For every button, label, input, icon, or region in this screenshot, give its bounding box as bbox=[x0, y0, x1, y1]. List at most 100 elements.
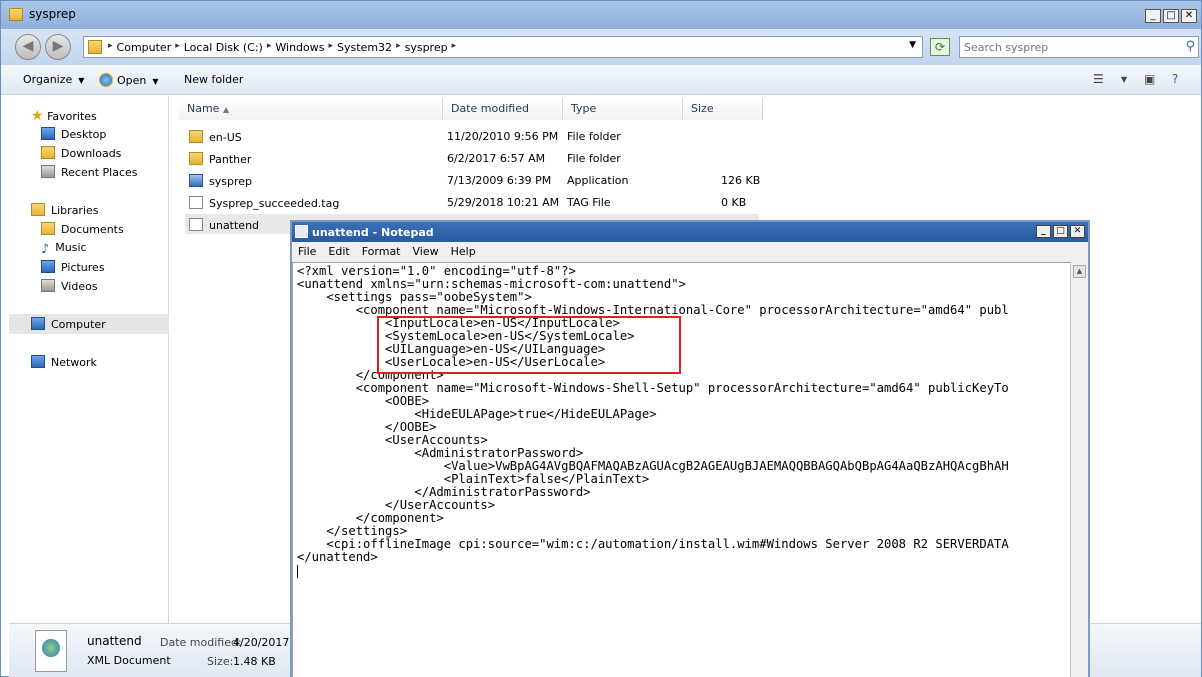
nav-computer[interactable]: Computer bbox=[31, 317, 106, 335]
open-label: Open bbox=[117, 74, 147, 87]
recent-places-icon bbox=[41, 165, 55, 178]
nav-downloads[interactable]: Downloads bbox=[41, 146, 121, 164]
minimize-button[interactable]: _ bbox=[1036, 225, 1051, 238]
vertical-scrollbar[interactable]: ▲ bbox=[1070, 262, 1088, 677]
nav-label: Pictures bbox=[61, 261, 105, 274]
chevron-right-icon[interactable]: ▸ bbox=[108, 41, 113, 54]
explorer-titlebar[interactable]: sysprep _ □ ✕ bbox=[1, 1, 1201, 29]
organize-label: Organize bbox=[23, 73, 73, 86]
search-box[interactable]: ⚲ bbox=[959, 36, 1199, 58]
chevron-right-icon[interactable]: ▸ bbox=[396, 41, 401, 54]
menu-file[interactable]: File bbox=[298, 245, 316, 262]
file-size: 126 KB bbox=[721, 174, 761, 187]
menu-edit[interactable]: Edit bbox=[328, 245, 349, 262]
breadcrumb-system32[interactable]: System32 bbox=[337, 41, 392, 54]
nav-label: Downloads bbox=[61, 147, 122, 160]
new-folder-button[interactable]: New folder bbox=[184, 73, 243, 86]
help-icon[interactable]: ? bbox=[1172, 72, 1178, 86]
chevron-down-icon[interactable]: ▼ bbox=[909, 40, 916, 50]
documents-icon bbox=[41, 222, 55, 235]
breadcrumb-windows[interactable]: Windows bbox=[275, 41, 324, 54]
search-icon[interactable]: ⚲ bbox=[1185, 39, 1195, 54]
breadcrumb: ▸ Computer ▸ Local Disk (C:) ▸ Windows ▸… bbox=[108, 41, 456, 54]
chevron-right-icon[interactable]: ▸ bbox=[267, 41, 272, 54]
network-icon bbox=[31, 355, 45, 368]
details-file-name: unattend bbox=[87, 634, 142, 648]
column-header-type[interactable]: Type bbox=[563, 98, 683, 120]
file-type: File folder bbox=[567, 152, 621, 165]
star-icon: ★ bbox=[31, 108, 44, 124]
text-caret bbox=[297, 565, 298, 578]
nav-label: Documents bbox=[61, 223, 124, 236]
open-button[interactable]: Open ▼ bbox=[99, 73, 159, 87]
close-button[interactable]: ✕ bbox=[1070, 225, 1085, 238]
file-date: 6/2/2017 6:57 AM bbox=[447, 152, 546, 165]
nav-documents[interactable]: Documents bbox=[41, 222, 124, 240]
application-icon bbox=[189, 174, 203, 187]
nav-label: Computer bbox=[51, 318, 106, 331]
file-type: TAG File bbox=[567, 196, 611, 209]
file-row[interactable]: sysprep 7/13/2009 6:39 PM Application 12… bbox=[185, 170, 761, 190]
nav-desktop[interactable]: Desktop bbox=[41, 127, 106, 145]
view-options-icon[interactable]: ☰ bbox=[1093, 72, 1104, 86]
nav-label: Network bbox=[51, 356, 97, 369]
breadcrumb-computer[interactable]: Computer bbox=[117, 41, 172, 54]
file-row[interactable]: en-US 11/20/2010 9:56 PM File folder bbox=[185, 126, 759, 146]
back-button[interactable]: ◀ bbox=[15, 34, 41, 60]
red-highlight-box bbox=[377, 316, 681, 374]
maximize-button[interactable]: □ bbox=[1163, 9, 1179, 23]
file-row[interactable]: Sysprep_succeeded.tag 5/29/2018 10:21 AM… bbox=[185, 192, 759, 212]
nav-pictures[interactable]: Pictures bbox=[41, 260, 105, 278]
details-file-type: XML Document bbox=[87, 654, 171, 667]
nav-videos[interactable]: Videos bbox=[41, 279, 98, 297]
refresh-button[interactable]: ⟳ bbox=[930, 38, 950, 56]
chevron-down-icon: ▼ bbox=[78, 76, 85, 85]
videos-icon bbox=[41, 279, 55, 292]
chevron-right-icon[interactable]: ▸ bbox=[329, 41, 334, 54]
file-date: 5/29/2018 10:21 AM bbox=[447, 196, 560, 209]
organize-button[interactable]: Organize ▼ bbox=[23, 73, 84, 86]
nav-recent-places[interactable]: Recent Places bbox=[41, 165, 138, 183]
nav-label: Recent Places bbox=[61, 166, 138, 179]
nav-libraries[interactable]: Libraries bbox=[31, 203, 99, 221]
search-input[interactable] bbox=[964, 39, 1174, 55]
file-row[interactable]: Panther 6/2/2017 6:57 AM File folder bbox=[185, 148, 759, 168]
nav-favorites[interactable]: ★ Favorites bbox=[31, 108, 97, 126]
nav-label: Desktop bbox=[61, 128, 107, 141]
column-header-name[interactable]: Name ▲ bbox=[179, 98, 443, 120]
breadcrumb-sysprep[interactable]: sysprep bbox=[405, 41, 448, 54]
notepad-text-area[interactable]: <?xml version="1.0" encoding="utf-8"?> <u… bbox=[292, 262, 1072, 677]
file-name: unattend bbox=[209, 219, 260, 232]
minimize-button[interactable]: _ bbox=[1145, 9, 1161, 23]
file-name: en-US bbox=[209, 131, 242, 144]
nav-music[interactable]: ♪ Music bbox=[41, 241, 87, 259]
folder-icon bbox=[88, 40, 102, 54]
nav-label: Music bbox=[55, 241, 87, 254]
globe-icon bbox=[42, 639, 60, 657]
column-header-date[interactable]: Date modified bbox=[443, 98, 563, 120]
chevron-down-icon[interactable]: ▼ bbox=[1121, 75, 1127, 84]
file-date: 7/13/2009 6:39 PM bbox=[447, 174, 552, 187]
scroll-up-icon[interactable]: ▲ bbox=[1073, 265, 1086, 278]
menu-format[interactable]: Format bbox=[362, 245, 401, 262]
address-field[interactable]: ▸ Computer ▸ Local Disk (C:) ▸ Windows ▸… bbox=[83, 36, 923, 58]
chevron-right-icon[interactable]: ▸ bbox=[452, 41, 457, 54]
nav-network[interactable]: Network bbox=[31, 355, 97, 373]
preview-pane-icon[interactable]: ▣ bbox=[1144, 72, 1155, 86]
file-name: sysprep bbox=[209, 175, 252, 188]
breadcrumb-local-disk[interactable]: Local Disk (C:) bbox=[184, 41, 263, 54]
menu-help[interactable]: Help bbox=[451, 245, 476, 262]
close-button[interactable]: ✕ bbox=[1181, 9, 1197, 23]
address-bar-area: ◀ ▶ ▸ Computer ▸ Local Disk (C:) ▸ Windo… bbox=[1, 29, 1201, 65]
column-header-size[interactable]: Size bbox=[683, 98, 763, 120]
folder-icon bbox=[189, 130, 203, 143]
details-size-label: Size: bbox=[207, 655, 234, 668]
chevron-right-icon[interactable]: ▸ bbox=[175, 41, 180, 54]
details-size-value: 1.48 KB bbox=[233, 655, 276, 668]
notepad-titlebar[interactable]: unattend - Notepad _ □ ✕ bbox=[292, 222, 1088, 242]
forward-button[interactable]: ▶ bbox=[45, 34, 71, 60]
maximize-button[interactable]: □ bbox=[1053, 225, 1068, 238]
file-type: File folder bbox=[567, 130, 621, 143]
menu-view[interactable]: View bbox=[413, 245, 439, 262]
file-name: Panther bbox=[209, 153, 252, 166]
